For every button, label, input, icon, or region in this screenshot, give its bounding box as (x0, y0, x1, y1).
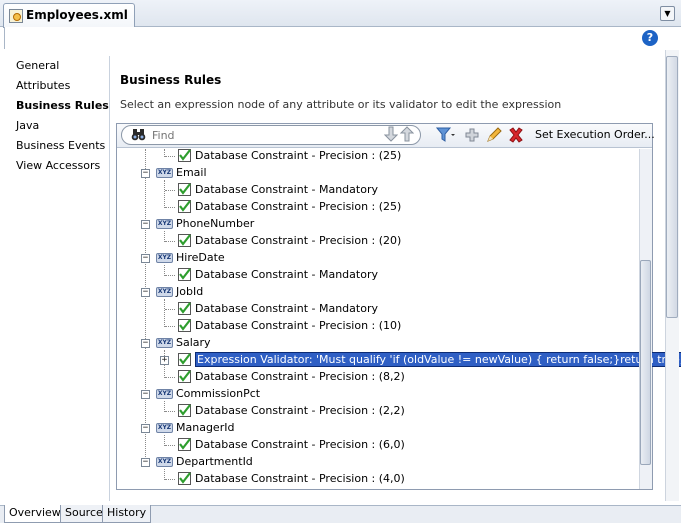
tab-list-dropdown-icon[interactable]: ▼ (660, 6, 675, 21)
checkbox-checked-icon[interactable] (178, 353, 191, 366)
find-previous-icon[interactable] (400, 126, 414, 142)
rule-label: Expression Validator: 'Must qualify 'if … (195, 352, 681, 367)
collapse-icon[interactable]: − (141, 458, 150, 467)
attribute-xyz-icon: XYZ (156, 457, 173, 467)
expand-icon[interactable]: + (160, 356, 169, 365)
checkbox-checked-icon[interactable] (178, 438, 191, 451)
tree-row-rule[interactable]: Database Constraint - Precision : (6,0) (140, 437, 620, 454)
tree-row-attribute[interactable]: − XYZ Email (140, 165, 620, 182)
tree-row-attribute[interactable]: − XYZ PhoneNumber (140, 216, 620, 233)
rule-label: Database Constraint - Mandatory (195, 268, 378, 281)
attribute-label: CommissionPct (176, 387, 261, 400)
collapse-icon[interactable]: − (141, 288, 150, 297)
rule-label: Database Constraint - Precision : (25) (195, 200, 402, 213)
collapse-icon[interactable]: − (141, 254, 150, 263)
tree-row-rule[interactable]: Database Constraint - Mandatory (140, 182, 620, 199)
checkbox-checked-icon[interactable] (178, 234, 191, 247)
tab-overview[interactable]: Overview (4, 505, 66, 523)
checkbox-checked-icon[interactable] (178, 404, 191, 417)
checkbox-checked-icon[interactable] (178, 472, 191, 485)
attribute-xyz-icon: XYZ (156, 168, 173, 178)
sidebar-item-java[interactable]: Java (16, 119, 39, 132)
attribute-label: PhoneNumber (176, 217, 255, 230)
add-icon[interactable] (464, 126, 480, 144)
sidebar-item-business-rules[interactable]: Business Rules (16, 99, 109, 112)
collapse-icon[interactable]: − (141, 169, 150, 178)
editor-header (4, 27, 681, 49)
tree-row-rule[interactable]: Database Constraint - Precision : (4,0) (140, 471, 620, 488)
help-icon[interactable]: ? (642, 30, 658, 46)
rule-label: Database Constraint - Precision : (2,2) (195, 404, 405, 417)
rule-label: Database Constraint - Precision : (6,0) (195, 438, 405, 451)
collapse-icon[interactable]: − (141, 220, 150, 229)
find-next-icon[interactable] (384, 126, 398, 142)
tree-row-rule[interactable]: Database Constraint - Mandatory (140, 267, 620, 284)
attribute-xyz-icon: XYZ (156, 287, 173, 297)
rule-label: Database Constraint - Mandatory (195, 183, 378, 196)
editor-tab-label: Employees.xml (26, 8, 128, 22)
checkbox-checked-icon[interactable] (178, 370, 191, 383)
attribute-xyz-icon: XYZ (156, 389, 173, 399)
attribute-xyz-icon: XYZ (156, 253, 173, 263)
set-execution-order-button[interactable]: Set Execution Order... (535, 128, 655, 141)
rule-label: Database Constraint - Mandatory (195, 302, 378, 315)
checkbox-checked-icon[interactable] (178, 183, 191, 196)
checkbox-checked-icon[interactable] (178, 200, 191, 213)
attribute-label: Email (176, 166, 207, 179)
tree-row-rule[interactable]: Database Constraint - Precision : (25) (140, 199, 620, 216)
tree-row-attribute[interactable]: − XYZ HireDate (140, 250, 620, 267)
editor-tab-employees[interactable]: Employees.xml (3, 3, 135, 28)
rule-label: Database Constraint - Precision : (8,2) (195, 370, 405, 383)
tree-row-attribute[interactable]: − XYZ JobId (140, 284, 620, 301)
tree-scrollbar-thumb[interactable] (640, 260, 651, 465)
checkbox-checked-icon[interactable] (178, 268, 191, 281)
collapse-icon[interactable]: − (141, 424, 150, 433)
attribute-label: DepartmentId (176, 455, 253, 468)
rule-label: Database Constraint - Precision : (4,0) (195, 472, 405, 485)
sidebar-item-general[interactable]: General (16, 59, 59, 72)
rule-label: Database Constraint - Precision : (20) (195, 234, 402, 247)
edit-icon[interactable] (486, 126, 502, 144)
tree-row-rule[interactable]: Database Constraint - Precision : (10) (140, 318, 620, 335)
tree-row-rule[interactable]: Database Constraint - Precision : (25) (140, 148, 620, 165)
attribute-label: JobId (176, 285, 204, 298)
binoculars-icon[interactable] (131, 128, 146, 141)
attribute-xyz-icon: XYZ (156, 219, 173, 229)
checkbox-checked-icon[interactable] (178, 149, 191, 162)
sidebar-item-business-events[interactable]: Business Events (16, 139, 105, 152)
rule-label: Database Constraint - Precision : (25) (195, 149, 402, 162)
tree-row-rule[interactable]: Database Constraint - Precision : (2,2) (140, 403, 620, 420)
tab-source[interactable]: Source (60, 505, 108, 523)
xml-file-icon (9, 9, 23, 23)
tab-history[interactable]: History (102, 505, 152, 523)
checkbox-checked-icon[interactable] (178, 319, 191, 332)
editor-scrollbar-thumb[interactable] (666, 56, 678, 318)
filter-icon[interactable] (436, 126, 456, 144)
collapse-icon[interactable]: − (141, 390, 150, 399)
page-subtitle: Select an expression node of any attribu… (120, 98, 562, 111)
attribute-label: Salary (176, 336, 211, 349)
collapse-icon[interactable]: − (141, 339, 150, 348)
tree-row-rule[interactable]: Database Constraint - Precision : (8,2) (140, 369, 620, 386)
attribute-xyz-icon: XYZ (156, 423, 173, 433)
page-title: Business Rules (120, 73, 222, 87)
rule-label: Database Constraint - Precision : (10) (195, 319, 402, 332)
tree-row-attribute[interactable]: − XYZ CommissionPct (140, 386, 620, 403)
tree-row-rule-selected[interactable]: + Expression Validator: 'Must qualify 'i… (140, 352, 681, 369)
sidebar-item-view-accessors[interactable]: View Accessors (16, 159, 100, 172)
sidebar-item-attributes[interactable]: Attributes (16, 79, 70, 92)
attribute-label: ManagerId (176, 421, 235, 434)
tree-row-rule[interactable]: Database Constraint - Precision : (20) (140, 233, 620, 250)
tree-row-attribute[interactable]: − XYZ ManagerId (140, 420, 620, 437)
attribute-label: HireDate (176, 251, 225, 264)
checkbox-checked-icon[interactable] (178, 302, 191, 315)
attribute-xyz-icon: XYZ (156, 338, 173, 348)
tree-row-attribute[interactable]: − XYZ Salary (140, 335, 620, 352)
tree-row-attribute[interactable]: − XYZ DepartmentId (140, 454, 620, 471)
tree-row-rule[interactable]: Database Constraint - Mandatory (140, 301, 620, 318)
delete-icon[interactable] (508, 126, 524, 144)
find-input[interactable] (152, 127, 372, 143)
